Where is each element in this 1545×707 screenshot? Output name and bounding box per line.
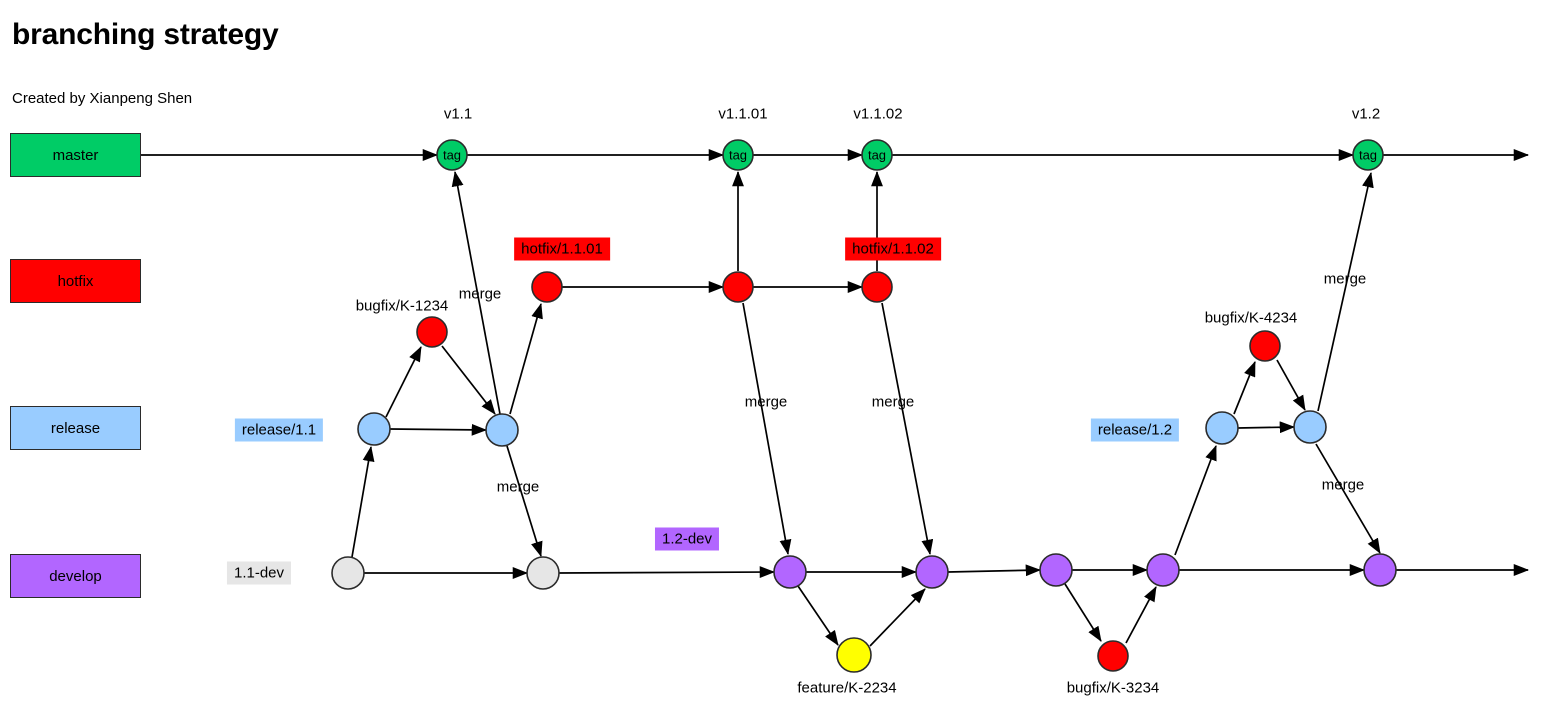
commit-node-d1[interactable] xyxy=(331,556,365,590)
node-inner-text: tag xyxy=(1359,147,1377,162)
version-tag-label-1: v1.1.01 xyxy=(718,105,768,123)
merge-label-4: merge xyxy=(1323,270,1367,288)
version-tag-label-3: v1.2 xyxy=(1351,105,1381,123)
edge-d1-to-r1 xyxy=(351,445,375,558)
commit-node-d2[interactable] xyxy=(526,556,560,590)
branch-name-chip-4: 1.1-dev xyxy=(226,561,292,585)
edge-d2-to-d3 xyxy=(558,566,776,579)
edge-r2-to-h1 xyxy=(509,303,543,415)
edge-r4-to-m4 xyxy=(1317,172,1374,412)
node-circle xyxy=(1146,553,1180,587)
node-name-label-0: bugfix/K-1234 xyxy=(355,297,449,315)
edge-bf4-to-r4 xyxy=(1276,359,1306,411)
branch-name-chip-1: hotfix/1.1.02 xyxy=(845,237,941,261)
commit-node-bf4[interactable] xyxy=(1249,330,1281,362)
edge-r4-to-d7 xyxy=(1315,443,1381,554)
node-circle xyxy=(357,412,391,446)
commit-node-bf3[interactable] xyxy=(1097,640,1129,672)
lane-box-master: master xyxy=(10,133,141,177)
edge-bf1-to-r2 xyxy=(441,345,496,415)
commit-node-m2[interactable]: tag xyxy=(722,139,754,171)
merge-label-1: merge xyxy=(496,478,540,496)
lane-box-release: release xyxy=(10,406,141,450)
commit-node-r2[interactable] xyxy=(485,413,519,447)
node-circle xyxy=(1363,553,1397,587)
merge-label-3: merge xyxy=(871,393,915,411)
lane-label: master xyxy=(52,146,99,164)
node-circle xyxy=(1249,330,1281,362)
edge-r1-to-r2 xyxy=(389,423,488,436)
node-circle xyxy=(1039,553,1073,587)
commit-node-d6[interactable] xyxy=(1146,553,1180,587)
node-inner-text: tag xyxy=(443,147,461,162)
lane-label: develop xyxy=(49,567,102,585)
edge-r1-to-bf1 xyxy=(385,346,422,418)
node-circle xyxy=(722,271,754,303)
commit-node-r4[interactable] xyxy=(1293,410,1327,444)
merge-label-5: merge xyxy=(1321,476,1365,494)
branch-name-chip-5: 1.2-dev xyxy=(654,527,720,551)
node-circle xyxy=(526,556,560,590)
edge-d3-to-f1 xyxy=(797,585,839,646)
edge-r2-to-d2 xyxy=(506,445,543,557)
edge-bf3-to-d6 xyxy=(1125,586,1157,644)
node-circle xyxy=(836,637,872,673)
lane-box-develop: develop xyxy=(10,554,141,598)
branch-name-chip-2: release/1.1 xyxy=(234,418,324,442)
commit-node-m1[interactable]: tag xyxy=(436,139,468,171)
merge-label-2: merge xyxy=(744,393,788,411)
version-tag-label-2: v1.1.02 xyxy=(853,105,903,123)
edge-h3-to-d4 xyxy=(881,302,934,556)
node-circle xyxy=(531,271,563,303)
commit-node-h2[interactable] xyxy=(722,271,754,303)
node-circle xyxy=(1293,410,1327,444)
commit-node-h3[interactable] xyxy=(861,271,893,303)
node-circle xyxy=(915,555,949,589)
lane-label: release xyxy=(50,419,101,437)
node-circle xyxy=(773,555,807,589)
node-name-label-3: feature/K-2234 xyxy=(797,679,897,697)
node-circle xyxy=(861,271,893,303)
edge-d6-to-r3 xyxy=(1174,445,1217,556)
branch-name-chip-3: release/1.2 xyxy=(1090,418,1180,442)
commit-node-d5[interactable] xyxy=(1039,553,1073,587)
merge-label-0: merge xyxy=(458,285,502,303)
commit-node-d7[interactable] xyxy=(1363,553,1397,587)
commit-node-f1[interactable] xyxy=(836,637,872,673)
edge-r3-to-r4 xyxy=(1237,421,1296,434)
branch-name-chip-0: hotfix/1.1.01 xyxy=(514,237,610,261)
edge-d5-to-bf3 xyxy=(1064,583,1102,642)
edge-r3-to-bf4 xyxy=(1233,361,1256,415)
node-inner-text: tag xyxy=(729,147,747,162)
commit-node-bf1[interactable] xyxy=(416,316,448,348)
node-circle xyxy=(1097,640,1129,672)
node-circle xyxy=(485,413,519,447)
lane-label: hotfix xyxy=(57,272,94,290)
commit-node-r1[interactable] xyxy=(357,412,391,446)
edge-f1-to-d4 xyxy=(869,588,926,647)
node-name-label-2: bugfix/K-3234 xyxy=(1066,679,1160,697)
commit-node-m4[interactable]: tag xyxy=(1352,139,1384,171)
node-circle xyxy=(331,556,365,590)
version-tag-label-0: v1.1 xyxy=(443,105,473,123)
diagram-canvas: branching strategy Created by Xianpeng S… xyxy=(0,0,1545,707)
node-circle xyxy=(416,316,448,348)
commit-node-h1[interactable] xyxy=(531,271,563,303)
node-circle xyxy=(1205,411,1239,445)
lane-box-hotfix: hotfix xyxy=(10,259,141,303)
commit-node-d4[interactable] xyxy=(915,555,949,589)
commit-node-r3[interactable] xyxy=(1205,411,1239,445)
node-name-label-1: bugfix/K-4234 xyxy=(1204,309,1298,327)
edge-h2-to-d3 xyxy=(742,302,792,556)
branching-graph: tag tag tag tag xyxy=(141,139,1530,673)
edge-d4-to-d5 xyxy=(947,564,1042,577)
commit-node-d3[interactable] xyxy=(773,555,807,589)
node-inner-text: tag xyxy=(868,147,886,162)
commit-node-m3[interactable]: tag xyxy=(861,139,893,171)
